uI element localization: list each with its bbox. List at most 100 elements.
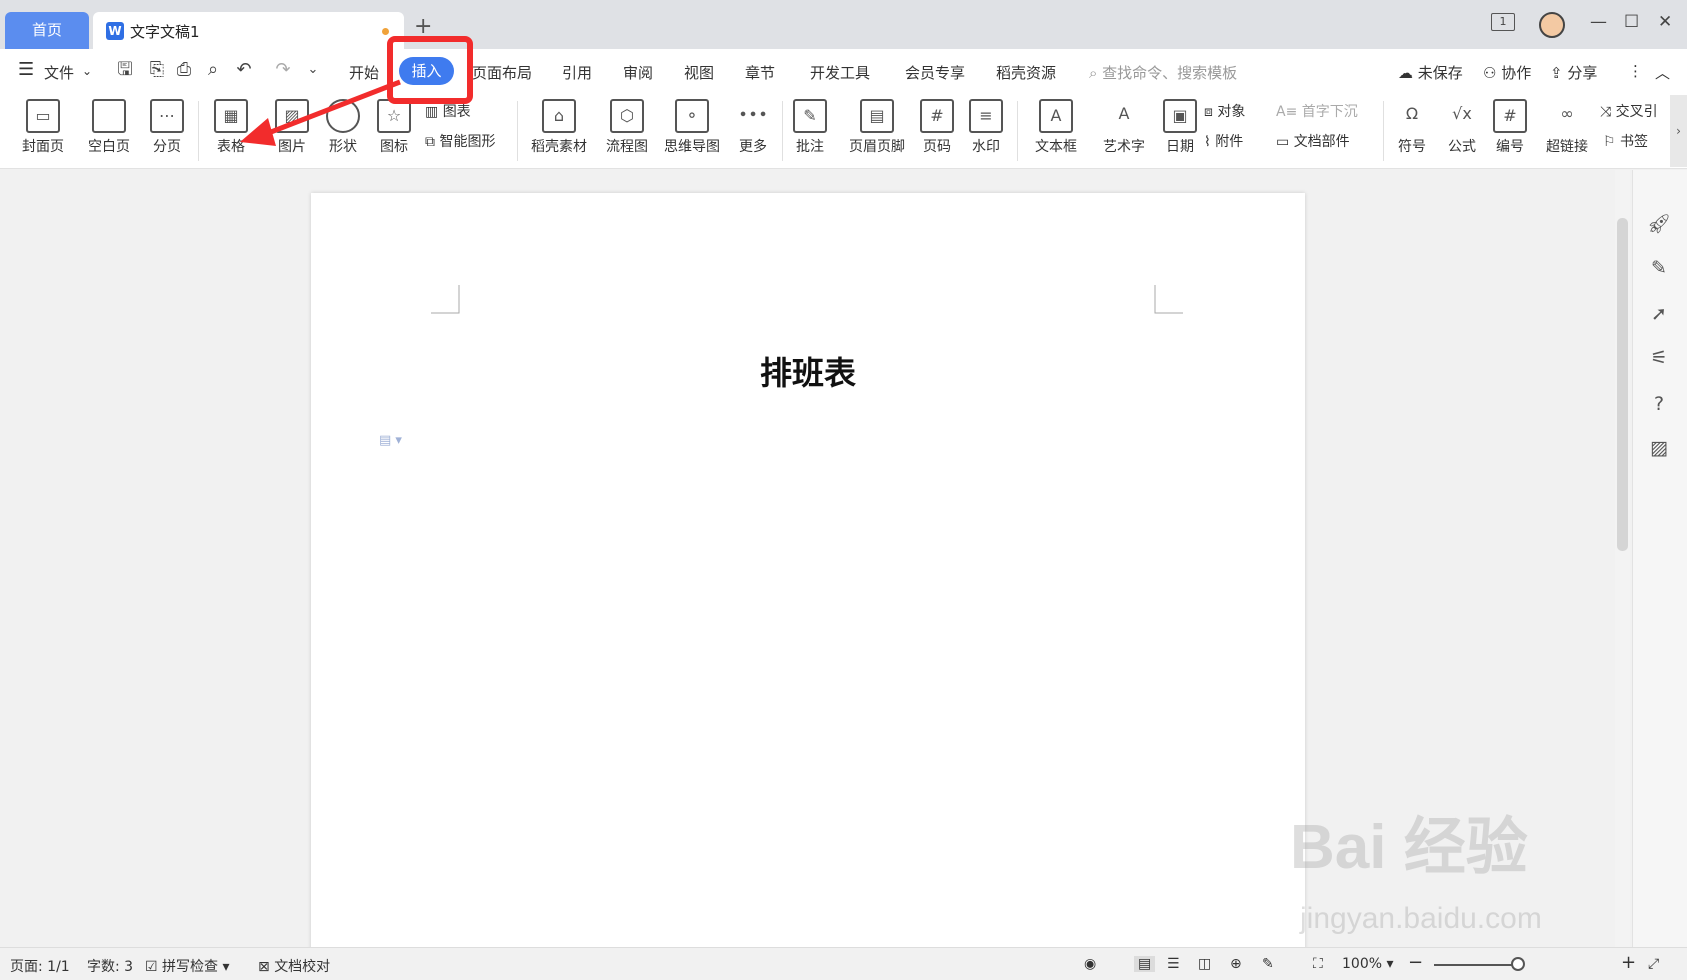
tab-docer[interactable]: 稻壳资源 xyxy=(996,62,1056,83)
doc-parts-button[interactable]: ▭ 文档部件 xyxy=(1276,131,1350,151)
numbering-button[interactable]: # 编号 xyxy=(1489,95,1531,156)
fullscreen-icon[interactable]: ⤢ xyxy=(1648,956,1659,972)
write-mode-icon[interactable]: ✎ xyxy=(1262,956,1274,972)
collab-label: 协作 xyxy=(1501,64,1532,82)
avatar[interactable] xyxy=(1539,12,1565,38)
redo-icon[interactable]: ↷ xyxy=(272,59,294,81)
tab-sections[interactable]: 章节 xyxy=(745,62,775,83)
print-preview-icon[interactable]: ⌕ xyxy=(202,59,224,81)
page-number-label: 页码 xyxy=(923,139,951,155)
cover-page-button[interactable]: ▭ 封面页 xyxy=(12,95,74,156)
textbox-button[interactable]: A 文本框 xyxy=(1026,95,1086,156)
blank-page-button[interactable]: 空白页 xyxy=(78,95,140,156)
zoom-in-icon[interactable]: + xyxy=(1621,952,1636,973)
menu-file[interactable]: 文件 xyxy=(44,62,74,83)
wps-writer-icon: W xyxy=(106,22,124,40)
fit-page-icon[interactable]: ⛶ xyxy=(1313,956,1323,972)
spell-check-button[interactable]: ☑ 拼写检查 ▾ xyxy=(145,956,230,976)
image-tool-icon[interactable]: ▨ xyxy=(1647,436,1671,460)
shape-button[interactable]: 形状 xyxy=(318,95,368,156)
save-icon[interactable]: 🖫 xyxy=(114,59,136,81)
customize-icon[interactable]: ⌄ xyxy=(302,59,324,81)
tab-references[interactable]: 引用 xyxy=(562,62,592,83)
table-button[interactable]: ▦ 表格 xyxy=(206,95,256,156)
tab-membership[interactable]: 会员专享 xyxy=(905,62,965,83)
header-footer-button[interactable]: ▤ 页眉页脚 xyxy=(844,95,910,156)
wordart-icon: A xyxy=(1118,104,1130,123)
zoom-slider-track[interactable] xyxy=(1434,964,1522,966)
wordart-button[interactable]: A 艺术字 xyxy=(1094,95,1154,156)
drop-cap-button[interactable]: A≡ 首字下沉 xyxy=(1276,101,1358,121)
object-button[interactable]: ⧈ 对象 xyxy=(1204,101,1245,121)
settings-sliders-icon[interactable]: ⚟ xyxy=(1647,346,1671,370)
scroll-thumb[interactable] xyxy=(1617,218,1628,551)
unsaved-status[interactable]: ☁ 未保存 xyxy=(1398,62,1463,83)
tab-start[interactable]: 开始 xyxy=(349,62,379,83)
more-options-icon[interactable]: ⋮ xyxy=(1628,62,1643,80)
more-button[interactable]: ∙∙∙ 更多 xyxy=(729,95,777,156)
document-page[interactable]: 排班表 ▤ ▾ xyxy=(311,193,1305,953)
picture-icon: ▨ xyxy=(275,99,309,133)
symbol-button[interactable]: Ω 符号 xyxy=(1391,95,1433,156)
flowchart-button[interactable]: ⬡ 流程图 xyxy=(600,95,654,156)
tab-home[interactable]: 首页 xyxy=(5,12,89,49)
print-icon[interactable]: ⎙ xyxy=(173,59,195,81)
formula-button[interactable]: √x 公式 xyxy=(1438,95,1486,156)
zoom-level[interactable]: 100% ▾ xyxy=(1342,956,1394,972)
watermark-label: 水印 xyxy=(972,139,1000,155)
docer-material-button[interactable]: ⌂ 稻壳素材 xyxy=(526,95,592,156)
smartart-button[interactable]: ⧉ 智能图形 xyxy=(425,131,495,151)
outline-view-icon[interactable]: ☰ xyxy=(1167,956,1180,972)
rocket-icon[interactable]: 🚀︎ xyxy=(1647,212,1671,236)
share-button[interactable]: ⇪ 分享 xyxy=(1550,62,1597,83)
tab-review[interactable]: 审阅 xyxy=(623,62,653,83)
export-pdf-icon[interactable]: ⎘ xyxy=(146,59,168,81)
minimize-icon[interactable]: — xyxy=(1590,12,1607,32)
pen-icon[interactable]: ✎ xyxy=(1647,256,1671,280)
ribbon-scroll-right-icon[interactable]: › xyxy=(1670,95,1687,167)
attachment-button[interactable]: ⌇ 附件 xyxy=(1204,131,1243,151)
tab-page-layout[interactable]: 页面布局 xyxy=(472,62,532,83)
undo-icon[interactable]: ↶ xyxy=(233,59,255,81)
chevron-down-icon[interactable]: ⌄ xyxy=(82,64,92,78)
picture-button[interactable]: ▨ 图片 xyxy=(267,95,317,156)
page-number-button[interactable]: # 页码 xyxy=(913,95,961,156)
zoom-out-icon[interactable]: − xyxy=(1408,952,1423,973)
tab-document[interactable]: W 文字文稿1 xyxy=(93,12,404,49)
help-icon[interactable]: ? xyxy=(1647,392,1671,416)
date-button[interactable]: ▣ 日期 xyxy=(1163,95,1197,156)
reading-view-icon[interactable]: ◫ xyxy=(1198,956,1211,972)
tab-view[interactable]: 视图 xyxy=(684,62,714,83)
window-count-icon[interactable]: 1 xyxy=(1491,13,1515,31)
paragraph-layout-icon[interactable]: ▤ ▾ xyxy=(379,433,402,448)
page-view-icon[interactable]: ▤ xyxy=(1134,956,1156,972)
comment-button[interactable]: ✎ 批注 xyxy=(789,95,831,156)
mindmap-button[interactable]: ⚬ 思维导图 xyxy=(659,95,725,156)
icon-button[interactable]: ☆ 图标 xyxy=(370,95,418,156)
maximize-icon[interactable]: ☐ xyxy=(1624,12,1639,32)
textbox-label: 文本框 xyxy=(1035,139,1077,155)
spell-check-label: 拼写检查 xyxy=(162,959,219,975)
doc-proofread-button[interactable]: ⊠ 文档校对 xyxy=(258,956,330,976)
collab-button[interactable]: ⚇ 协作 xyxy=(1483,62,1531,83)
document-title[interactable]: 排班表 xyxy=(311,348,1305,394)
close-icon[interactable]: ✕ xyxy=(1658,12,1672,32)
hyperlink-button[interactable]: ∞ 超链接 xyxy=(1541,95,1593,156)
word-count[interactable]: 字数: 3 xyxy=(87,956,133,976)
chart-button[interactable]: ▥ 图表 xyxy=(425,101,471,121)
page-break-button[interactable]: ⋯ 分页 xyxy=(142,95,192,156)
bookmark-button[interactable]: ⚐ 书签 xyxy=(1603,131,1648,151)
tab-developer[interactable]: 开发工具 xyxy=(810,62,870,83)
web-view-icon[interactable]: ⊕ xyxy=(1230,956,1242,972)
crossref-button[interactable]: ⤨ 交叉引 xyxy=(1600,101,1658,121)
zoom-slider-knob[interactable] xyxy=(1511,957,1525,971)
formula-icon: √x xyxy=(1452,104,1472,123)
search-input[interactable]: ⌕ 查找命令、搜索模板 xyxy=(1089,62,1237,83)
page-indicator[interactable]: 页面: 1/1 xyxy=(10,956,70,976)
collapse-ribbon-icon[interactable]: ︿ xyxy=(1655,62,1670,83)
pointer-icon[interactable]: ➚ xyxy=(1647,302,1671,326)
header-footer-icon: ▤ xyxy=(860,99,894,133)
watermark-button[interactable]: ≡ 水印 xyxy=(962,95,1010,156)
hamburger-icon[interactable]: ☰ xyxy=(18,59,34,80)
eye-protection-icon[interactable]: ◉ xyxy=(1084,956,1096,972)
